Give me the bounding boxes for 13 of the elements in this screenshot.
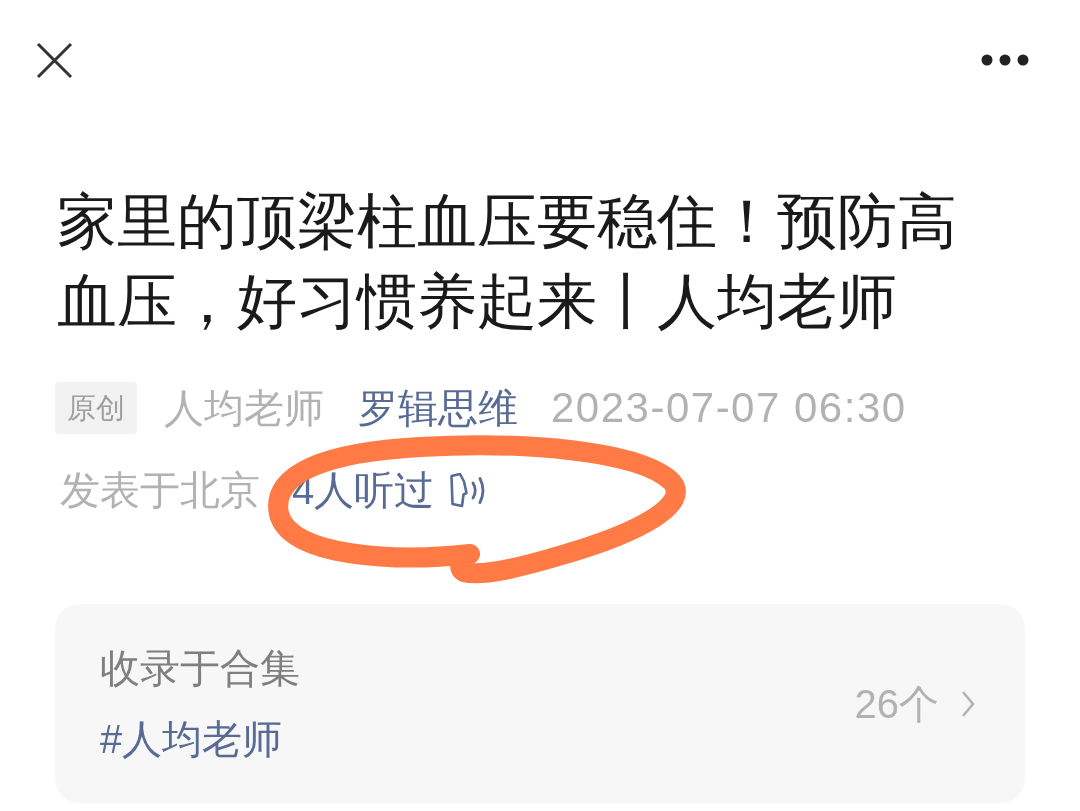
publish-time: 2023-07-07 06:30 [551,387,907,429]
collection-label: 收录于合集 [100,645,300,692]
original-tag: 原创 [55,382,137,434]
collection-card[interactable]: 收录于合集 #人均老师 26个 [55,604,1025,803]
article-title: 家里的顶梁柱血压要稳住！预防高血压，好习惯养起来丨人均老师 [57,187,958,337]
account-link[interactable]: 罗辑思维 [358,387,518,429]
publish-location: 发表于北京 [60,468,260,512]
author-name: 人均老师 [164,387,324,429]
close-icon[interactable] [36,41,73,79]
collection-count: 26个 [854,680,939,728]
chevron-right-icon [961,689,975,718]
more-icon[interactable] [981,54,1029,66]
collection-tag-link[interactable]: #人均老师 [100,714,283,764]
